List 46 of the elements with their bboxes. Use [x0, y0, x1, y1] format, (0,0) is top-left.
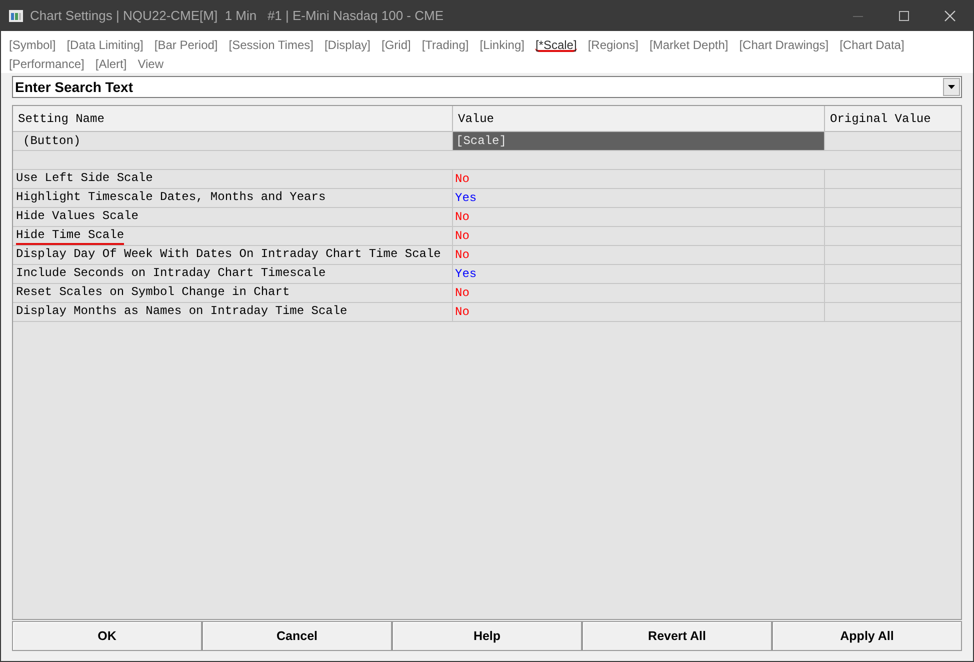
settings-tab[interactable]: [Market Depth] — [650, 37, 728, 54]
setting-value[interactable]: No — [455, 170, 470, 188]
column-header[interactable]: Setting Name — [13, 106, 452, 131]
setting-value[interactable]: Yes — [455, 189, 477, 207]
table-cell-text: (Button) — [22, 133, 82, 150]
settings-tab[interactable]: [Symbol] — [9, 37, 56, 54]
table-cell: Hide Time Scale — [16, 228, 124, 244]
window-icon — [9, 10, 23, 22]
table-cell-text: Use Left Side Scale — [16, 170, 153, 186]
dialog-button[interactable]: Help — [392, 621, 582, 651]
column-header[interactable]: Original Value — [824, 106, 961, 131]
column-header[interactable]: Value — [452, 106, 824, 131]
close-icon — [944, 10, 956, 22]
table-cell-text: Highlight Timescale Dates, Months and Years — [16, 190, 326, 206]
setting-value[interactable]: Yes — [455, 265, 477, 283]
settings-tab[interactable]: [Chart Drawings] — [739, 37, 829, 54]
settings-tab[interactable]: [Session Times] — [228, 37, 314, 54]
settings-tab[interactable]: [Display] — [324, 37, 370, 54]
table-cell-text: Hide Values Scale — [16, 208, 138, 224]
table-cell-text: Reset Scales on Symbol Change in Chart — [16, 284, 290, 300]
settings-tab[interactable]: View — [138, 56, 164, 73]
setting-value[interactable]: No — [455, 227, 470, 245]
settings-tab[interactable]: [Regions] — [588, 37, 639, 54]
setting-value[interactable]: No — [455, 303, 470, 321]
setting-value[interactable]: No — [455, 208, 470, 226]
table-cell-text: Display Months as Names on Intraday Time Scale — [16, 304, 348, 320]
settings-tab[interactable]: [Bar Period] — [154, 37, 218, 54]
settings-tab[interactable]: [*Scale] — [535, 37, 577, 54]
dialog-button[interactable]: Revert All — [582, 621, 772, 651]
settings-tab[interactable]: [Grid] — [381, 37, 411, 54]
settings-tab[interactable]: [Data Limiting] — [66, 37, 144, 54]
dialog-button[interactable]: OK — [12, 621, 202, 651]
table-cell-text: Display Day Of Week With Dates On Intraday Chart Time Scale — [16, 246, 441, 262]
table-cell-text: Include Seconds on Intraday Chart Timescale — [16, 266, 326, 282]
setting-value[interactable]: No — [455, 284, 470, 302]
dropdown-caret-icon — [948, 85, 955, 89]
settings-tab[interactable]: [Linking] — [480, 37, 524, 54]
dialog-button[interactable]: Cancel — [202, 621, 392, 651]
setting-value[interactable]: No — [455, 246, 470, 264]
window-title: Chart Settings | NQU22-CME[M] 1 Min #1 | E-Mini Nasdaq 100 - CME — [30, 7, 444, 26]
settings-tab[interactable]: [Alert] — [95, 56, 127, 73]
dialog-button[interactable]: Apply All — [772, 621, 962, 651]
settings-tab[interactable]: [Trading] — [422, 37, 469, 54]
scale-button[interactable]: [Scale] — [453, 132, 824, 150]
settings-tab[interactable]: [Chart Data] — [840, 37, 904, 54]
settings-tab[interactable]: [Performance] — [9, 56, 84, 73]
